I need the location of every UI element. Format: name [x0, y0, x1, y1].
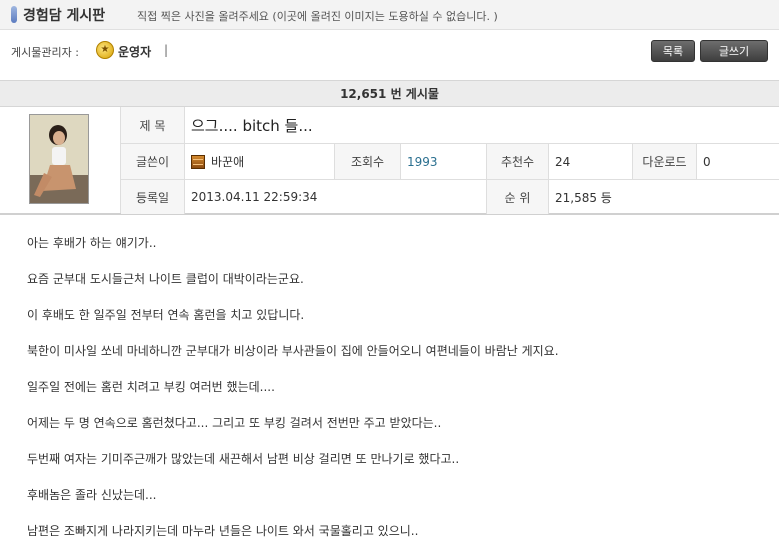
- recommend-value: 24: [549, 144, 633, 179]
- admin-label: 게시물관리자 :: [11, 46, 79, 59]
- date-value: 2013.04.11 22:59:34: [185, 180, 487, 214]
- post-number: 12,651 번 게시물: [340, 87, 439, 101]
- post-paragraph: 어제는 두 명 연속으로 홈런쳤다고... 그리고 또 부킹 걸려서 전번만 주…: [27, 416, 442, 430]
- author-cell: 바꾼애: [185, 144, 335, 179]
- rank-value: 21,585 등: [555, 190, 612, 205]
- download-value: 0: [703, 154, 711, 169]
- write-button[interactable]: 글쓰기: [700, 40, 768, 62]
- list-button[interactable]: 목록: [651, 40, 695, 62]
- admin-separator: |: [164, 43, 169, 57]
- post-paragraph: 이 후배도 한 일주일 전부터 연속 홈런을 치고 있답니다.: [27, 308, 305, 322]
- author-label: 글쓴이: [121, 144, 185, 179]
- medal-icon: ★: [96, 41, 114, 59]
- board-header: 경험담 게시판 직접 찍은 사진을 올려주세요 (이곳에 올려진 이미지는 도용…: [0, 0, 779, 30]
- post-number-bar: 12,651 번 게시물: [0, 80, 779, 107]
- level-icon: [191, 154, 205, 169]
- thumbnail-cell: [0, 107, 121, 213]
- post-subject: 으그.... bitch 들...: [191, 116, 313, 135]
- author-name[interactable]: 바꾼애: [211, 153, 244, 170]
- post-paragraph: 아는 후배가 하는 얘기가..: [27, 236, 157, 250]
- post-body: 아는 후배가 하는 얘기가.. 요즘 군부대 도시들근처 나이트 클럽이 대박이…: [27, 236, 767, 556]
- date-label: 등록일: [121, 180, 185, 214]
- views-label: 조회수: [335, 144, 401, 179]
- subject-label: 제 목: [121, 107, 185, 143]
- rank-label: 순 위: [487, 180, 549, 214]
- post-paragraph: 남편은 조빠지게 나라지키는데 마누라 년들은 나이트 와서 국물홀리고 있으니…: [27, 524, 419, 538]
- post-paragraph: 북한이 미사일 쏘네 마네하니깐 군부대가 비상이라 부사관들이 집에 안들어오…: [27, 344, 559, 358]
- subject-value-cell: 으그.... bitch 들...: [185, 107, 779, 143]
- subject-row: 제 목 으그.... bitch 들...: [121, 107, 779, 144]
- post-paragraph: 일주일 전에는 홈런 치려고 부킹 여러번 했는데....: [27, 380, 275, 394]
- views-value: 1993: [401, 144, 487, 179]
- date-row: 등록일 2013.04.11 22:59:34 순 위 21,585 등: [121, 180, 779, 214]
- admin-row: 게시물관리자 : ★ 운영자 | 목록 글쓰기: [0, 38, 779, 64]
- post-paragraph: 후배놈은 졸라 신났는데...: [27, 488, 157, 502]
- meta-row: 글쓴이 바꾼애 조회수 1993 추천수 24 다운로드 0: [121, 144, 779, 180]
- post-paragraph: 두번째 여자는 기미주근깨가 많았는데 새끈해서 남편 비상 걸리면 또 만나기…: [27, 452, 460, 466]
- board-notice: 직접 찍은 사진을 올려주세요 (이곳에 올려진 이미지는 도용하실 수 없습니…: [137, 10, 498, 23]
- post-paragraph: 요즘 군부대 도시들근처 나이트 클럽이 대박이라는군요.: [27, 272, 304, 286]
- title-marker-icon: [11, 6, 17, 23]
- recommend-label: 추천수: [487, 144, 549, 179]
- board-title: 경험담 게시판: [23, 8, 106, 24]
- post-thumbnail-image[interactable]: [29, 114, 89, 204]
- admin-name[interactable]: 운영자: [118, 43, 151, 60]
- download-label: 다운로드: [633, 144, 697, 179]
- post-info-table: 제 목 으그.... bitch 들... 글쓴이 바꾼애 조회수 1993 추…: [0, 107, 779, 215]
